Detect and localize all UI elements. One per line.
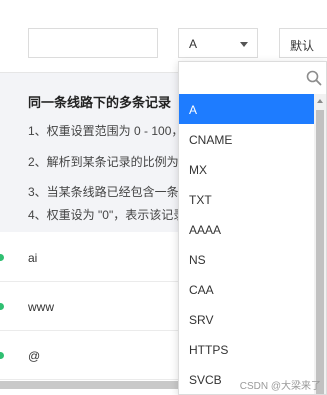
- chevron-down-icon: [240, 42, 248, 47]
- status-dot: [0, 303, 4, 310]
- dropdown-option-mx[interactable]: MX: [179, 154, 316, 184]
- dropdown-search: [179, 62, 326, 94]
- record-host: @: [28, 349, 41, 363]
- search-icon[interactable]: [306, 70, 322, 86]
- status-dot: [0, 352, 4, 359]
- record-type-select[interactable]: A: [178, 28, 258, 58]
- dropdown-search-input[interactable]: [185, 67, 295, 89]
- tip-item: 2、解析到某条记录的比例为: [28, 155, 179, 169]
- dropdown-option-ns[interactable]: NS: [179, 244, 316, 274]
- record-type-select-value: A: [189, 37, 198, 51]
- dropdown-scrollbar-thumb[interactable]: [316, 110, 324, 394]
- dropdown-option-srv[interactable]: SRV: [179, 304, 316, 334]
- tips-title: 同一条线路下的多条记录: [28, 95, 172, 110]
- dropdown-options: A CNAME MX TXT AAAA NS CAA SRV HTTPS SVC…: [179, 94, 316, 394]
- dropdown-option-caa[interactable]: CAA: [179, 274, 316, 304]
- dropdown-option-txt[interactable]: TXT: [179, 184, 316, 214]
- dropdown-option-cname[interactable]: CNAME: [179, 124, 316, 154]
- tip-item: 4、权重设为 "0"，表示该记录: [28, 208, 186, 222]
- scroll-up-arrow-icon[interactable]: [317, 99, 323, 103]
- host-search-input[interactable]: [28, 28, 158, 58]
- dns-records-page: A 默认 同一条线路下的多条记录 1、权重设置范围为 0 - 100， 2、解析…: [0, 0, 327, 395]
- status-dot: [0, 254, 4, 261]
- record-type-dropdown: A CNAME MX TXT AAAA NS CAA SRV HTTPS SVC…: [178, 61, 327, 395]
- dropdown-scrollbar[interactable]: [314, 94, 326, 394]
- dropdown-option-a[interactable]: A: [179, 94, 316, 124]
- record-host: ai: [28, 251, 38, 265]
- line-select-value: 默认: [290, 39, 315, 53]
- tip-item: 3、当某条线路已经包含一条: [28, 185, 179, 199]
- dropdown-option-https[interactable]: HTTPS: [179, 334, 316, 364]
- tip-item: 1、权重设置范围为 0 - 100，: [28, 124, 184, 138]
- line-select[interactable]: 默认: [279, 28, 327, 58]
- dropdown-option-aaaa[interactable]: AAAA: [179, 214, 316, 244]
- record-host: www: [28, 300, 54, 314]
- watermark: CSDN @大梁来了: [239, 381, 321, 392]
